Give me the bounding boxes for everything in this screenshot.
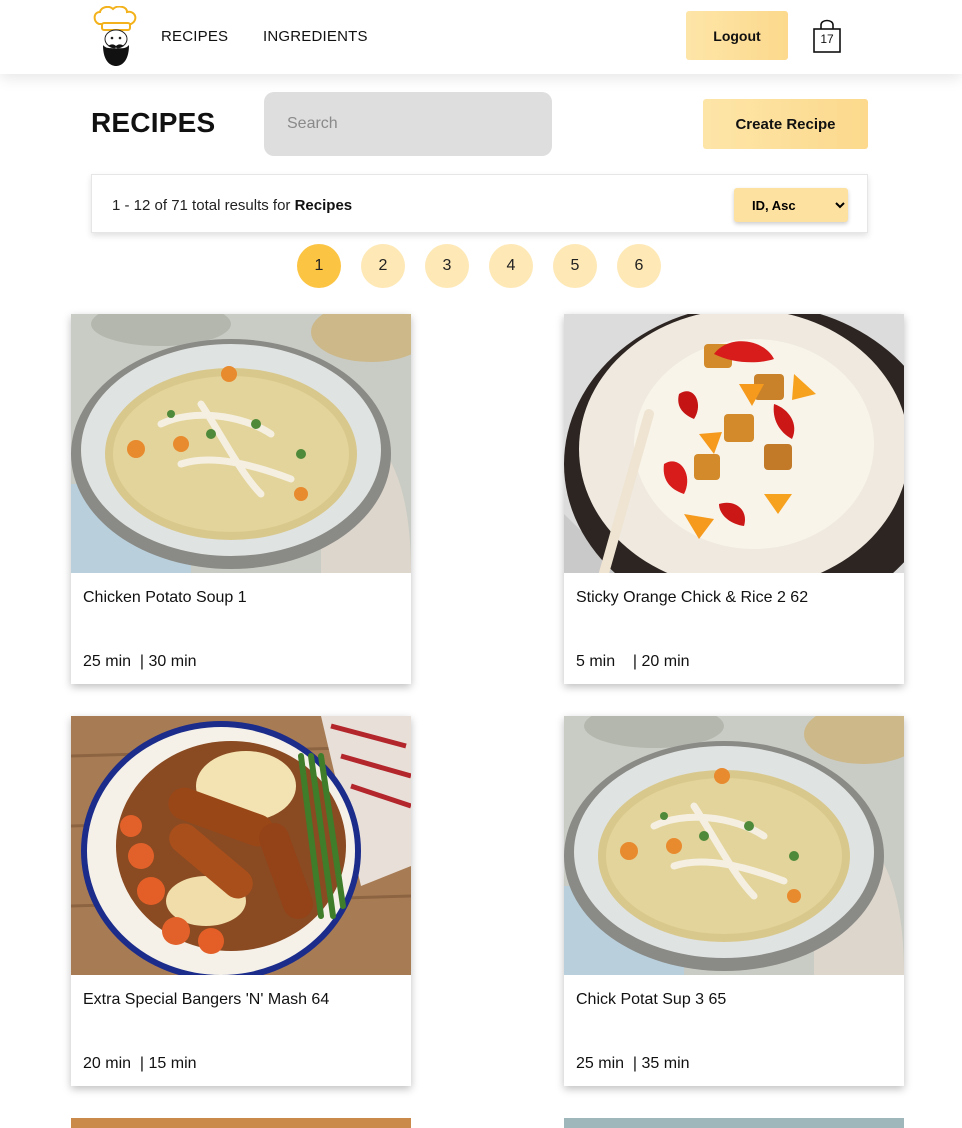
results-range: 1 - 12 of 71 total results for <box>112 197 295 214</box>
search-input[interactable] <box>264 92 552 156</box>
recipe-card[interactable]: Extra Special Bangers 'N' Mash 64 20 min… <box>71 716 411 1086</box>
results-bar: 1 - 12 of 71 total results for Recipes I… <box>91 174 868 233</box>
nav-link-ingredients[interactable]: INGREDIENTS <box>263 28 368 45</box>
results-summary: 1 - 12 of 71 total results for Recipes <box>112 197 352 214</box>
recipe-image-soup <box>564 716 904 975</box>
page-title: RECIPES <box>91 107 216 138</box>
recipe-times: 25 min | 30 min <box>83 653 197 670</box>
navbar: RECIPES INGREDIENTS Logout 17 <box>0 0 962 74</box>
recipe-card[interactable]: Sticky Orange Chick & Rice 2 62 5 min | … <box>564 314 904 684</box>
recipe-image-bangers <box>71 716 411 975</box>
recipe-name: Sticky Orange Chick & Rice 2 62 <box>576 589 809 606</box>
page-button-6[interactable]: 6 <box>617 244 661 288</box>
page-button-5[interactable]: 5 <box>553 244 597 288</box>
page-button-4[interactable]: 4 <box>489 244 533 288</box>
recipe-times: 25 min | 35 min <box>576 1055 690 1072</box>
recipe-image-sticky-orange <box>564 314 904 573</box>
page-button-3[interactable]: 3 <box>425 244 469 288</box>
sort-select[interactable]: ID, Asc <box>734 188 848 222</box>
page-button-1[interactable]: 1 <box>297 244 341 288</box>
create-recipe-button[interactable]: Create Recipe <box>703 99 868 149</box>
recipe-card-partial[interactable] <box>71 1118 411 1128</box>
recipe-name: Chick Potat Sup 3 65 <box>576 991 727 1008</box>
recipe-card[interactable]: Chicken Potato Soup 1 25 min | 30 min <box>71 314 411 684</box>
cart-count: 17 <box>820 32 834 46</box>
recipe-card[interactable]: Chick Potat Sup 3 65 25 min | 35 min <box>564 716 904 1086</box>
pagination: 1 2 3 4 5 6 <box>297 244 661 288</box>
logout-button[interactable]: Logout <box>686 11 788 60</box>
recipe-name: Extra Special Bangers 'N' Mash 64 <box>83 991 330 1008</box>
chef-logo-icon[interactable] <box>91 5 141 68</box>
page-button-2[interactable]: 2 <box>361 244 405 288</box>
recipe-image-soup <box>71 314 411 573</box>
recipe-times: 5 min | 20 min <box>576 653 690 670</box>
nav-link-recipes[interactable]: RECIPES <box>161 28 228 45</box>
recipe-card-partial[interactable] <box>564 1118 904 1128</box>
recipe-name: Chicken Potato Soup 1 <box>83 589 247 606</box>
results-entity: Recipes <box>294 197 353 214</box>
cart-button[interactable]: 17 <box>811 17 843 55</box>
recipe-times: 20 min | 15 min <box>83 1055 197 1072</box>
